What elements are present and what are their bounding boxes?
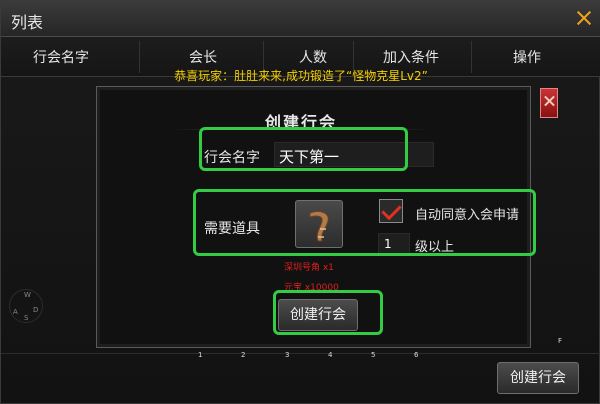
column-guild-name: 行会名字 [33, 50, 89, 66]
title-divider [171, 129, 431, 130]
hotbar-slot-1[interactable]: 1 [198, 351, 202, 359]
min-level-input[interactable]: 1 [378, 233, 410, 255]
hotbar-slot-4[interactable]: 4 [328, 351, 332, 359]
joystick-s-label: S [24, 314, 29, 322]
auto-accept-label: 自动同意入会申请 [415, 208, 520, 223]
guild-name-input[interactable]: 天下第一 [274, 142, 434, 167]
column-leader: 会长 [189, 50, 217, 66]
item-requirement-text: 深圳号角 x1 [284, 263, 334, 273]
hotbar-divider [1, 353, 600, 354]
auto-accept-checkbox[interactable] [379, 199, 403, 223]
hotbar-slot-3[interactable]: 3 [285, 351, 289, 359]
hotbar-slot-6[interactable]: 6 [414, 351, 418, 359]
joystick-a-label: A [13, 308, 18, 316]
window-title: 列表 [11, 13, 44, 32]
hotkey-f[interactable]: F [558, 337, 562, 345]
joystick-w-label: W [24, 291, 31, 299]
column-members: 人数 [299, 50, 327, 66]
required-item-slot[interactable] [295, 200, 343, 248]
min-level-suffix: 级以上 [415, 240, 455, 255]
hotbar-slot-2[interactable]: 2 [241, 351, 245, 359]
gold-requirement-text: 元宝 x10000 [284, 283, 339, 293]
column-join-condition: 加入条件 [383, 50, 439, 66]
column-action: 操作 [513, 50, 541, 66]
dialog-close-button[interactable] [540, 88, 558, 118]
system-broadcast: 恭喜玩家：肚肚来来,成功锻造了“怪物克星Lv2” [174, 69, 428, 83]
title-bar: 列表 [1, 1, 600, 37]
hotbar-slot-5[interactable]: 5 [371, 351, 375, 359]
guild-name-label: 行会名字 [204, 150, 260, 166]
close-icon[interactable] [573, 7, 595, 29]
horn-icon [309, 210, 329, 242]
joystick-d-label: D [33, 306, 39, 314]
close-icon [543, 95, 555, 107]
guild-list-window: 列表 行会名字 会长 人数 加入条件 操作 恭喜玩家：肚肚来来,成功锻造了“怪物… [0, 0, 600, 404]
footer-create-guild-button[interactable]: 创建行会 [497, 362, 579, 394]
create-guild-button[interactable]: 创建行会 [278, 299, 358, 331]
joystick-icon[interactable]: W A S D [9, 289, 43, 323]
required-item-label: 需要道具 [204, 221, 260, 237]
